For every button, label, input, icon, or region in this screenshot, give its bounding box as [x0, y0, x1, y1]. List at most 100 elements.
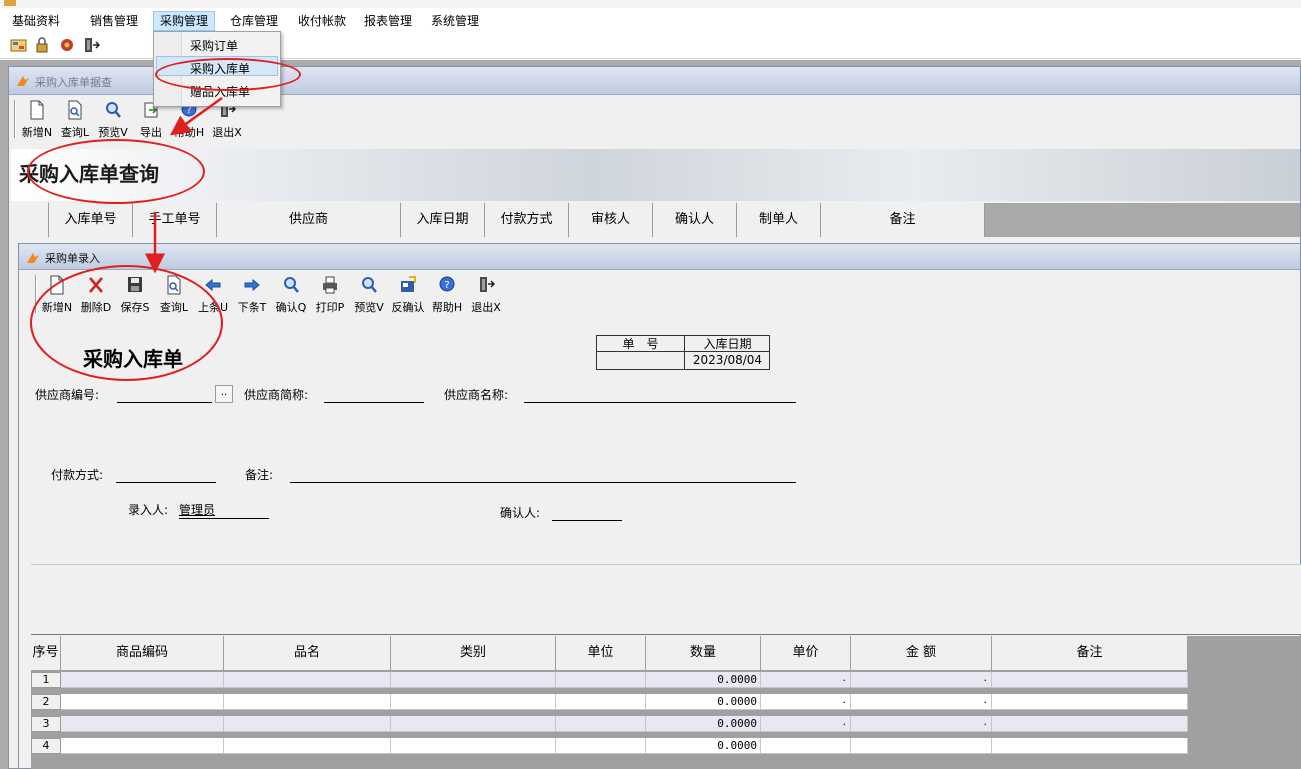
gear-icon[interactable]: [58, 37, 76, 53]
table-row[interactable]: 1 0.0000..: [31, 672, 1188, 688]
detail-col-name[interactable]: 品名: [224, 636, 391, 670]
preview-icon: [106, 102, 121, 118]
amount-cell[interactable]: .: [851, 716, 992, 732]
exit-icon[interactable]: [82, 37, 100, 53]
doc-no-value[interactable]: [597, 352, 685, 369]
menu-purchase[interactable]: 采购管理: [153, 11, 216, 31]
grid-cell[interactable]: [391, 738, 556, 754]
price-cell[interactable]: .: [761, 672, 851, 688]
menu-sales[interactable]: 销售管理: [84, 11, 144, 31]
supplier-code-input[interactable]: [117, 402, 212, 403]
grid-cell[interactable]: [992, 738, 1188, 754]
query-grid-header: 入库单号 手工单号 供应商 入库日期 付款方式 审核人 确认人 制单人 备注: [11, 203, 1300, 237]
col-header-supplier[interactable]: 供应商: [217, 203, 401, 237]
col-header-manual-no[interactable]: 手工单号: [133, 203, 217, 237]
detail-col-code[interactable]: 商品编码: [61, 636, 224, 670]
grid-cell[interactable]: [391, 716, 556, 732]
menu-system[interactable]: 系统管理: [425, 11, 485, 31]
entry-window-title: 采购单录入: [45, 252, 100, 265]
row-number: 1: [31, 672, 61, 688]
e-print-button[interactable]: 打印P: [312, 273, 348, 315]
grid-cell[interactable]: [61, 672, 224, 688]
menu-item-purchase-order[interactable]: 采购订单: [190, 37, 238, 54]
detail-col-category[interactable]: 类别: [391, 636, 556, 670]
price-cell[interactable]: .: [761, 716, 851, 732]
grid-cell[interactable]: [556, 672, 646, 688]
amount-cell[interactable]: [851, 738, 992, 754]
supplier-name-input[interactable]: [524, 402, 796, 403]
menu-reports[interactable]: 报表管理: [358, 11, 418, 31]
supplier-short-input[interactable]: [324, 402, 424, 403]
grid-cell[interactable]: [224, 716, 391, 732]
e-exit-button[interactable]: 退出X: [468, 273, 504, 315]
detail-col-price[interactable]: 单价: [761, 636, 851, 670]
query-window-title: 采购入库单据查: [35, 76, 112, 89]
price-cell[interactable]: [761, 738, 851, 754]
form-footer-band: [31, 565, 1301, 635]
grid-cell[interactable]: [992, 716, 1188, 732]
grid-cell[interactable]: [224, 672, 391, 688]
detail-col-qty[interactable]: 数量: [646, 636, 761, 670]
grid-cell[interactable]: [61, 716, 224, 732]
col-header-remark[interactable]: 备注: [821, 203, 985, 237]
e-help-button[interactable]: ? 帮助H: [429, 273, 465, 315]
supplier-browse-button[interactable]: ..: [215, 385, 233, 403]
lock-icon[interactable]: [34, 37, 52, 53]
grid-cell[interactable]: [992, 694, 1188, 710]
new-doc-icon: [30, 100, 44, 120]
menu-warehouse[interactable]: 仓库管理: [224, 11, 284, 31]
qty-cell[interactable]: 0.0000: [646, 694, 761, 710]
q-query-button[interactable]: 查询L: [57, 98, 93, 140]
e-next-button[interactable]: 下条T: [234, 273, 270, 315]
q-new-button[interactable]: 新增N: [19, 98, 55, 140]
grid-cell[interactable]: [992, 672, 1188, 688]
detail-col-unit[interactable]: 单位: [556, 636, 646, 670]
menu-basic-data[interactable]: 基础资料: [6, 11, 66, 31]
detail-col-amount[interactable]: 金 额: [851, 636, 992, 670]
row-number: 2: [31, 694, 61, 710]
qty-cell[interactable]: 0.0000: [646, 672, 761, 688]
grid-cell[interactable]: [224, 738, 391, 754]
col-header-creator[interactable]: 制单人: [737, 203, 821, 237]
col-header-confirmer[interactable]: 确认人: [653, 203, 737, 237]
row-number: 4: [31, 738, 61, 754]
price-cell[interactable]: .: [761, 694, 851, 710]
supplier-name-label: 供应商名称:: [444, 388, 509, 402]
table-row[interactable]: 2 0.0000..: [31, 694, 1188, 710]
entry-window-caption[interactable]: 采购单录入: [19, 244, 1300, 270]
grid-icon[interactable]: [10, 37, 28, 53]
table-row[interactable]: 4 0.0000: [31, 738, 1188, 754]
grid-cell[interactable]: [391, 672, 556, 688]
grid-cell[interactable]: [556, 738, 646, 754]
date-value[interactable]: 2023/08/04: [685, 352, 770, 369]
date-label: 入库日期: [685, 336, 770, 352]
grid-cell[interactable]: [61, 694, 224, 710]
grid-cell[interactable]: [556, 694, 646, 710]
unconfirm-icon: [401, 276, 416, 292]
qty-cell[interactable]: 0.0000: [646, 716, 761, 732]
grid-cell[interactable]: [224, 694, 391, 710]
grid-cell[interactable]: [556, 716, 646, 732]
payment-input[interactable]: [116, 482, 216, 483]
e-preview-button[interactable]: 预览V: [351, 273, 387, 315]
col-header-date[interactable]: 入库日期: [401, 203, 485, 237]
grid-cell[interactable]: [61, 738, 224, 754]
q-preview-button[interactable]: 预览V: [95, 98, 131, 140]
e-unconfirm-button[interactable]: 反确认: [390, 273, 426, 315]
detail-col-remark[interactable]: 备注: [992, 636, 1188, 670]
entered-by-underline: [179, 518, 269, 519]
amount-cell[interactable]: .: [851, 694, 992, 710]
detail-col-no[interactable]: 序号: [31, 636, 61, 670]
amount-cell[interactable]: .: [851, 672, 992, 688]
grid-cell[interactable]: [391, 694, 556, 710]
svg-text:?: ?: [444, 280, 449, 291]
col-header-doc-no[interactable]: 入库单号: [49, 203, 133, 237]
remark-input[interactable]: [290, 482, 796, 483]
menu-receivables[interactable]: 收付帐款: [292, 11, 352, 31]
confirmed-by-input[interactable]: [552, 520, 622, 521]
table-row[interactable]: 3 0.0000..: [31, 716, 1188, 732]
col-header-payment[interactable]: 付款方式: [485, 203, 569, 237]
qty-cell[interactable]: 0.0000: [646, 738, 761, 754]
col-header-auditor[interactable]: 审核人: [569, 203, 653, 237]
e-confirm-button[interactable]: 确认Q: [273, 273, 309, 315]
